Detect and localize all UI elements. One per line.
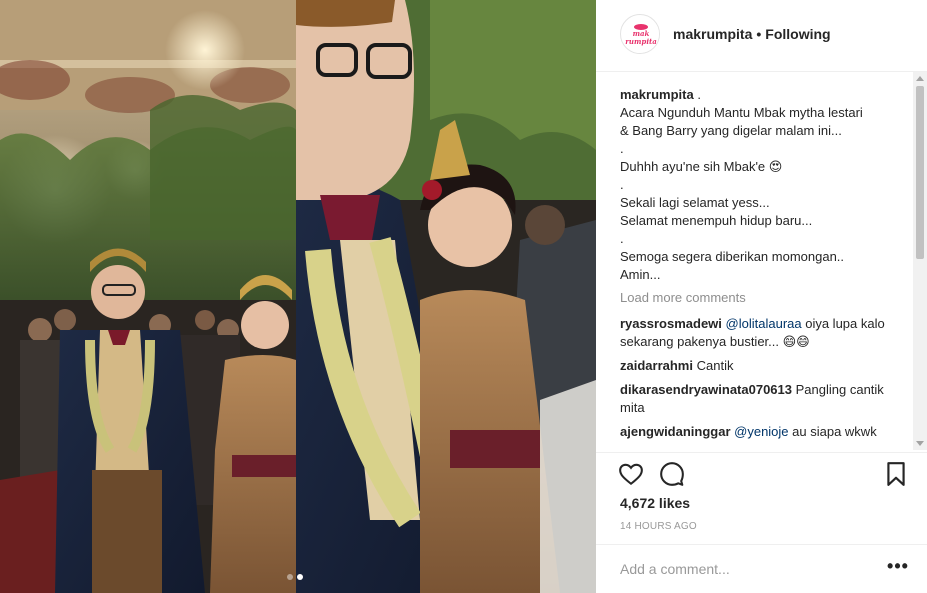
comments-scrollbar[interactable] [913,72,927,450]
comment-mention[interactable]: @yenioje [734,424,788,439]
post-header: mak rumpita makrumpita • Following [596,0,927,72]
likes-count[interactable]: 4,672 likes [620,495,690,511]
comment-username[interactable]: ajengwidaninggar [620,424,731,439]
caption-username[interactable]: makrumpita [620,87,694,102]
comment-bubble-icon [660,462,684,486]
wedding-video-frame [0,0,596,593]
caption: makrumpita . Acara Ngunduh Mantu Mbak my… [620,86,910,284]
comment-text: Cantik [696,358,734,373]
comment-item: zaidarrahmi Cantik [620,357,910,375]
comment-text: au siapa wkwk [788,424,877,439]
header-separator: • [756,26,762,42]
caption-line: Sekali lagi selamat yess... [620,195,770,210]
follow-button[interactable]: Following [765,26,830,42]
caption-line: Duhhh ayu'ne sih Mbak'e 😍 [620,159,783,174]
load-more-comments-link[interactable]: Load more comments [620,289,910,307]
caption-line: . [620,177,624,192]
more-options-icon[interactable]: ••• [886,557,910,579]
post-media[interactable] [0,0,596,593]
header-user-line: makrumpita • Following [673,26,831,42]
comments-list[interactable]: makrumpita . Acara Ngunduh Mantu Mbak my… [620,86,910,452]
caption-line: & Bang Barry yang digelar malam ini... [620,123,842,138]
caption-line: Amin... [620,267,661,282]
caption-line: Selamat menempuh hidup baru... [620,213,813,228]
caption-line: . [620,141,624,156]
caption-line: . [620,231,624,246]
post-actions: 4,672 likes 14 HOURS AGO [596,452,927,544]
comment-username[interactable]: ryassrosmadewi [620,316,722,331]
makrumpita-logo-icon: mak rumpita [622,16,659,53]
save-button[interactable] [883,461,909,487]
carousel-dot[interactable] [287,574,293,580]
avatar[interactable]: mak rumpita [620,14,660,54]
header-username[interactable]: makrumpita [673,26,752,42]
scroll-down-arrow-icon[interactable] [916,441,924,446]
scroll-up-arrow-icon[interactable] [916,76,924,81]
heart-outline-icon [619,463,643,486]
scrollbar-thumb[interactable] [916,86,924,259]
carousel-dot-active[interactable] [297,574,303,580]
comment-item: ryassrosmadewi @lolitalauraa oiya lupa k… [620,315,910,351]
post-side-panel: mak rumpita makrumpita • Following makrump… [596,0,927,593]
comment-input[interactable] [620,559,870,579]
comment-username[interactable]: dikarasendryawinata070613 [620,382,792,397]
like-button[interactable] [618,461,644,487]
add-comment-bar: ••• [596,544,927,593]
svg-text:rumpita: rumpita [625,37,657,46]
comment-mention[interactable]: @lolitalauraa [726,316,802,331]
comment-item: ajengwidaninggar @yenioje au siapa wkwk [620,423,910,441]
bookmark-icon [887,462,905,486]
caption-line: Acara Ngunduh Mantu Mbak mytha lestari [620,105,863,120]
comment-username[interactable]: zaidarrahmi [620,358,693,373]
carousel-indicator [287,574,303,580]
caption-line: Semoga segera diberikan momongan.. [620,249,845,264]
comment-item: dikarasendryawinata070613 Pangling canti… [620,381,910,417]
comment-button[interactable] [659,461,685,487]
caption-first-text: . [697,87,701,102]
post-timestamp[interactable]: 14 HOURS AGO [620,521,697,532]
